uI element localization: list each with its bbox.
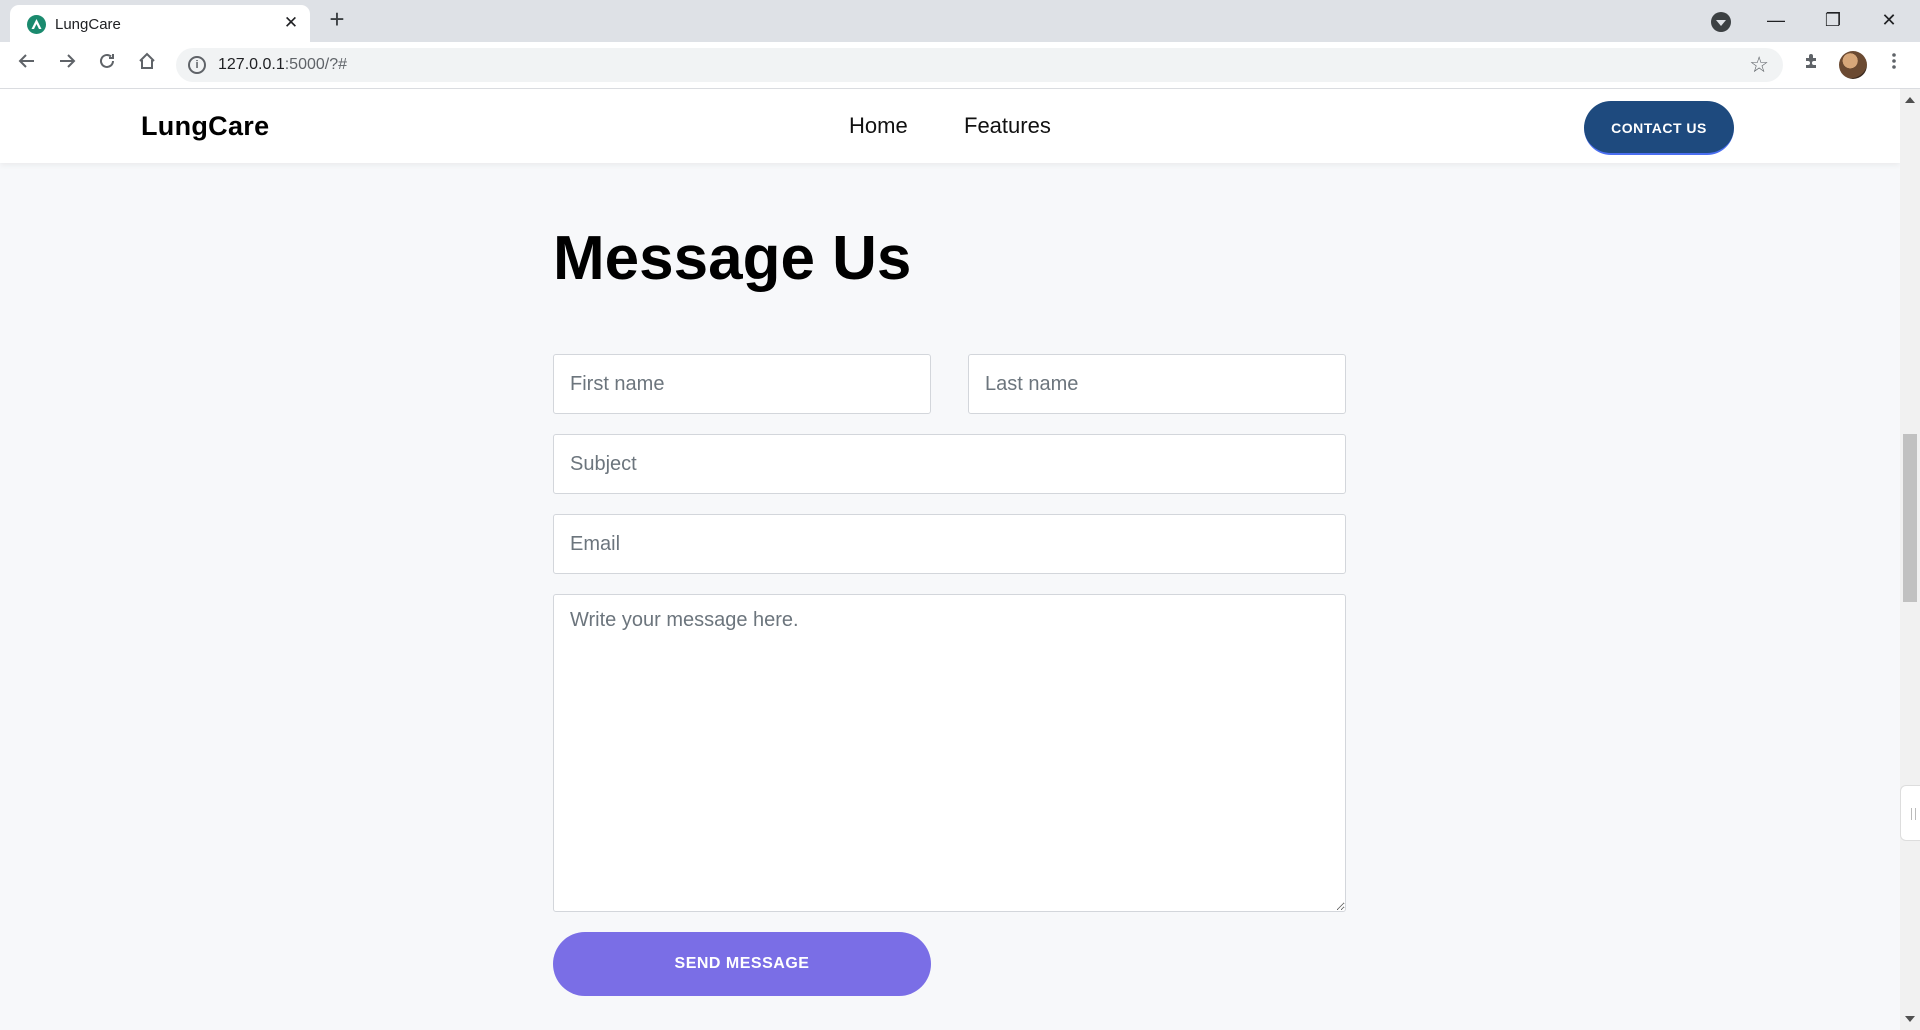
tab-search-icon[interactable] [1711, 12, 1731, 32]
message-textarea[interactable] [553, 594, 1346, 912]
tab-close-icon[interactable]: ✕ [281, 13, 301, 33]
nav-link-features[interactable]: Features [964, 113, 1051, 139]
forward-icon[interactable] [53, 51, 81, 79]
browser-toolbar: i 127.0.0.1:5000/?# ☆ [0, 42, 1920, 89]
page-scrollbar[interactable] [1900, 89, 1920, 1030]
first-name-input[interactable] [553, 354, 931, 414]
back-icon[interactable] [13, 51, 41, 79]
subject-input[interactable] [553, 434, 1346, 494]
new-tab-button[interactable]: + [324, 6, 350, 33]
contact-us-button[interactable]: CONTACT US [1584, 101, 1734, 155]
scroll-up-arrow-icon[interactable] [1905, 97, 1915, 103]
site-brand[interactable]: LungCare [141, 111, 269, 142]
bookmark-star-icon[interactable]: ☆ [1749, 52, 1769, 78]
nav-link-home[interactable]: Home [849, 113, 908, 139]
send-message-button[interactable]: SEND MESSAGE [553, 932, 931, 996]
page-viewport: LungCare Home Features CONTACT US Messag… [0, 89, 1900, 1030]
url-text: 127.0.0.1:5000/?# [218, 56, 348, 73]
page-title: Message Us [553, 224, 912, 293]
minimize-button[interactable]: — [1753, 6, 1799, 34]
tab-title: LungCare [55, 16, 121, 33]
extensions-puzzle-icon[interactable] [1798, 51, 1826, 79]
close-window-button[interactable]: ✕ [1866, 6, 1912, 34]
browser-menu-icon[interactable] [1880, 51, 1908, 79]
site-navbar: LungCare Home Features CONTACT US [0, 89, 1900, 163]
home-icon[interactable] [133, 51, 161, 79]
reload-icon[interactable] [93, 51, 121, 79]
email-input[interactable] [553, 514, 1346, 574]
browser-tab[interactable]: LungCare ✕ [10, 5, 310, 42]
site-info-icon[interactable]: i [188, 56, 206, 74]
last-name-input[interactable] [968, 354, 1346, 414]
browser-tab-bar: LungCare ✕ + — ❐ ✕ [0, 0, 1920, 42]
side-panel-handle[interactable] [1900, 785, 1920, 841]
address-bar[interactable]: i 127.0.0.1:5000/?# ☆ [176, 48, 1783, 82]
lungcare-favicon-icon [27, 15, 46, 34]
scroll-down-arrow-icon[interactable] [1905, 1016, 1915, 1022]
scrollbar-thumb[interactable] [1903, 434, 1917, 602]
profile-avatar[interactable] [1839, 51, 1867, 79]
restore-button[interactable]: ❐ [1810, 6, 1856, 34]
